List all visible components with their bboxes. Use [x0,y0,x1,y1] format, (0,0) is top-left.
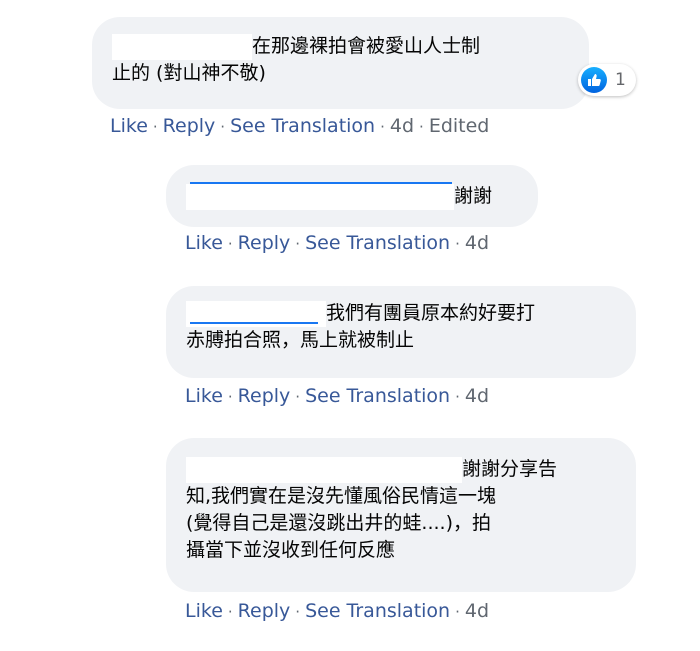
reply-3-line-3: (覺得自己是還沒跳出井的蛙....)，拍 [186,512,491,534]
see-translation-link[interactable]: See Translation [230,115,375,137]
separator: · [152,118,158,136]
reaction-summary[interactable]: 1 [578,64,636,96]
reply-link[interactable]: Reply [238,385,291,407]
separator: · [455,603,460,621]
separator: · [295,603,301,621]
timestamp[interactable]: 4d [465,232,489,254]
reply-bubble-2: 我們有團員原本約好要打 赤膊拍合照，馬上就被制止 [166,286,636,378]
redaction-remnant [190,182,452,184]
edited-label[interactable]: Edited [429,115,490,137]
reply-1-actions: Like · Reply · See Translation · 4d [185,232,489,254]
separator: · [295,235,301,253]
separator: · [455,235,460,253]
timestamp[interactable]: 4d [465,385,489,407]
separator: · [455,388,460,406]
comment-1-line-1: 在那邊裸拍會被愛山人士制 [112,33,569,60]
separator: · [295,388,301,406]
comment-1-actions: Like · Reply · See Translation · 4d · Edited [110,115,489,137]
redacted-author-name [112,33,252,60]
reply-3-actions: Like · Reply · See Translation · 4d [185,600,489,622]
like-link[interactable]: Like [185,232,223,254]
reply-link[interactable]: Reply [238,600,291,622]
reply-link[interactable]: Reply [163,115,216,137]
separator: · [220,118,226,136]
reaction-count: 1 [615,70,626,90]
reply-bubble-3: 謝謝分享告 知,我們實在是沒先懂風俗民情這一塊 (覺得自己是還沒跳出井的蛙...… [166,438,636,592]
see-translation-link[interactable]: See Translation [305,232,450,254]
like-link[interactable]: Like [185,385,223,407]
reply-3-line-2: 知,我們實在是沒先懂風俗民情這一塊 [186,485,497,507]
separator: · [227,388,233,406]
timestamp[interactable]: 4d [390,115,414,137]
reply-2-actions: Like · Reply · See Translation · 4d [185,385,489,407]
redaction-remnant [190,322,318,324]
reply-bubble-1: 謝謝 [166,165,538,227]
comment-1-line-2: 止的 (對山神不敬) [112,62,266,84]
separator: · [380,118,385,136]
reply-2-line-2: 赤膊拍合照，馬上就被制止 [186,329,415,351]
separator: · [227,603,233,621]
redacted-author-name [186,456,462,483]
reply-1-text: 謝謝 [454,185,493,207]
separator: · [419,118,424,136]
timestamp[interactable]: 4d [465,600,489,622]
see-translation-link[interactable]: See Translation [305,600,450,622]
like-link[interactable]: Like [110,115,148,137]
reply-3-line-1: 謝謝分享告 [186,456,616,483]
separator: · [227,235,233,253]
see-translation-link[interactable]: See Translation [305,385,450,407]
like-link[interactable]: Like [185,600,223,622]
reply-link[interactable]: Reply [238,232,291,254]
reply-3-line-4: 攝當下並沒收到任何反應 [186,539,396,561]
redacted-author-name [186,183,454,210]
comment-bubble-1: 在那邊裸拍會被愛山人士制 止的 (對山神不敬) [92,17,589,109]
like-reaction-icon [581,67,607,93]
